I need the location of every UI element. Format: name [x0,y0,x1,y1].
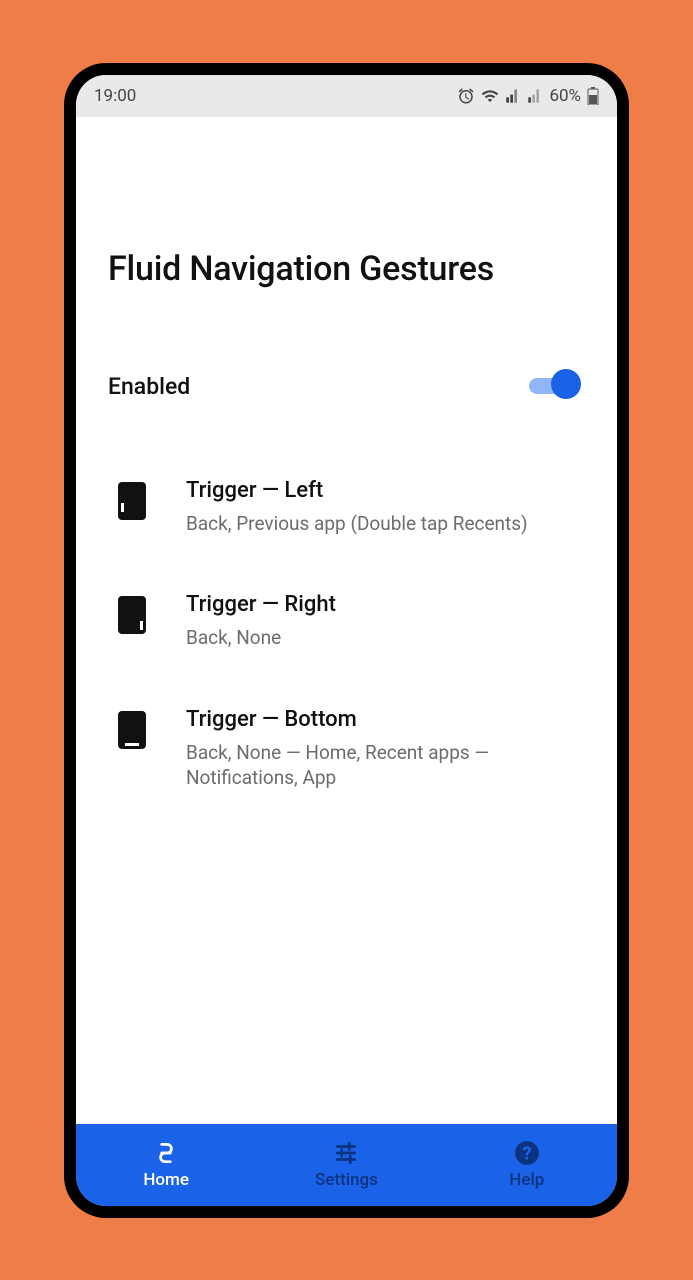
status-time: 19:00 [94,86,136,106]
battery-icon [587,87,599,105]
bottom-nav: Home Settings ? Help [76,1124,617,1206]
nav-label: Settings [315,1170,378,1190]
trigger-text: Trigger — Right Back, None [186,592,575,651]
wifi-icon [481,87,499,105]
alarm-icon [457,87,475,105]
home-icon [153,1140,179,1166]
page-title: Fluid Navigation Gestures [108,249,585,289]
enabled-label: Enabled [108,373,190,400]
trigger-list: Trigger — Left Back, Previous app (Doubl… [108,478,585,792]
nav-settings[interactable]: Settings [256,1124,436,1206]
enabled-toggle[interactable] [529,376,579,396]
signal-icon-1 [505,88,521,104]
nav-home[interactable]: Home [76,1124,256,1206]
trigger-title: Trigger — Left [186,478,575,503]
trigger-item-bottom[interactable]: Trigger — Bottom Back, None — Home, Rece… [118,707,575,791]
signal-icon-2 [527,88,543,104]
help-icon: ? [514,1140,540,1166]
enabled-row[interactable]: Enabled [108,373,585,400]
trigger-text: Trigger — Left Back, Previous app (Doubl… [186,478,575,537]
status-icons: 60% [457,86,599,106]
svg-text:?: ? [522,1143,531,1164]
trigger-title: Trigger — Bottom [186,707,575,732]
trigger-subtitle: Back, Previous app (Double tap Recents) [186,511,575,537]
main-content: Fluid Navigation Gestures Enabled Trigge… [76,117,617,1124]
battery-percent: 60% [549,86,581,106]
phone-bottom-icon [118,711,146,749]
nav-help[interactable]: ? Help [437,1124,617,1206]
nav-label: Help [509,1170,544,1190]
device-frame: 19:00 60% F [64,63,629,1218]
toggle-thumb [551,369,581,399]
trigger-title: Trigger — Right [186,592,575,617]
screen: 19:00 60% F [76,75,617,1206]
trigger-text: Trigger — Bottom Back, None — Home, Rece… [186,707,575,791]
phone-right-icon [118,596,146,634]
trigger-item-left[interactable]: Trigger — Left Back, Previous app (Doubl… [118,478,575,537]
settings-icon [333,1140,359,1166]
nav-label: Home [143,1170,189,1190]
trigger-subtitle: Back, None [186,625,575,651]
trigger-item-right[interactable]: Trigger — Right Back, None [118,592,575,651]
status-bar: 19:00 60% [76,75,617,117]
phone-left-icon [118,482,146,520]
trigger-subtitle: Back, None — Home, Recent apps — Notific… [186,740,575,791]
